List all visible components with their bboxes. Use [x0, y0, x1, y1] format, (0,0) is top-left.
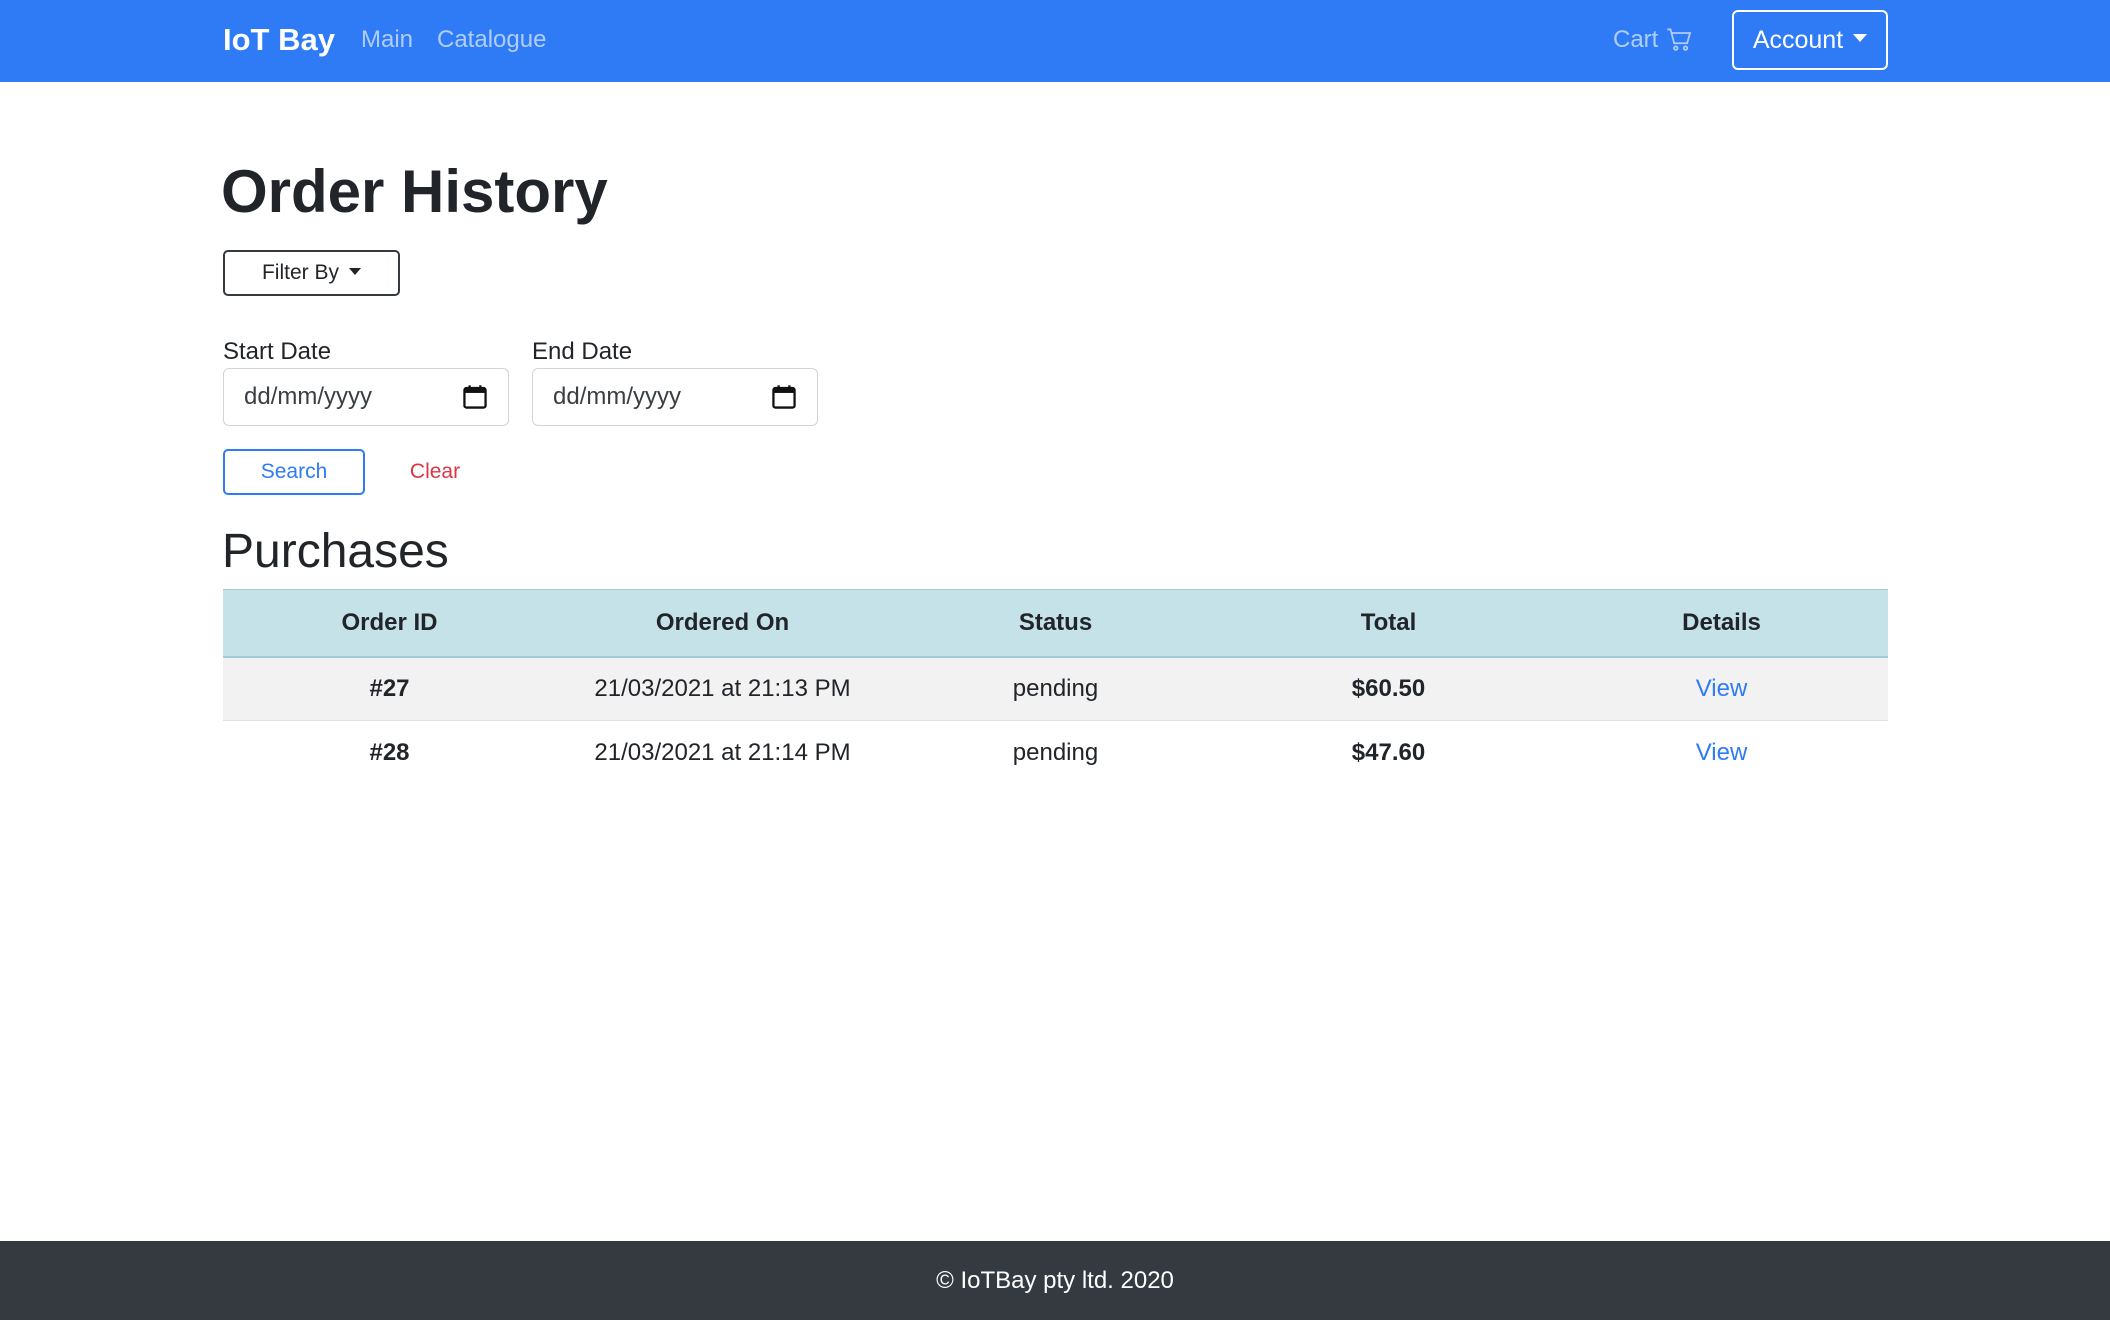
table-row: #27 21/03/2021 at 21:13 PM pending $60.5… — [223, 656, 1888, 721]
navbar: IoT Bay Main Catalogue Cart Account — [0, 0, 2110, 82]
end-date-label: End Date — [532, 338, 633, 365]
chevron-down-icon — [349, 267, 361, 275]
filter-by-dropdown-button[interactable]: Filter By — [223, 250, 400, 296]
account-dropdown-button[interactable]: Account — [1732, 10, 1888, 70]
end-date-placeholder: dd/mm/yyyy — [553, 383, 682, 410]
details-cell: View — [1555, 656, 1888, 721]
account-label: Account — [1752, 25, 1844, 54]
table-header-row: Order ID Ordered On Status Total Details — [223, 589, 1888, 658]
view-order-link[interactable]: View — [1696, 739, 1748, 766]
nav-link-main[interactable]: Main — [361, 20, 413, 60]
header-details: Details — [1555, 589, 1888, 658]
brand-logo[interactable]: IoT Bay — [223, 20, 335, 60]
header-ordered-on: Ordered On — [556, 589, 889, 658]
cart-label: Cart — [1613, 26, 1659, 53]
nav-link-cart[interactable]: Cart — [1613, 20, 1692, 60]
footer-copyright: © IoTBay pty ltd. 2020 — [936, 1266, 1174, 1294]
purchases-heading: Purchases — [222, 525, 449, 578]
start-date-label: Start Date — [223, 338, 332, 365]
header-order-id: Order ID — [223, 589, 556, 658]
order-id-cell: #28 — [369, 738, 410, 766]
order-id-cell: #27 — [223, 656, 556, 721]
nav-link-catalogue[interactable]: Catalogue — [437, 20, 546, 60]
calendar-icon[interactable] — [462, 384, 488, 410]
filter-by-label: Filter By — [261, 261, 339, 284]
shopping-cart-icon — [1666, 27, 1692, 53]
clear-button[interactable]: Clear — [380, 449, 490, 495]
header-status: Status — [889, 589, 1222, 658]
table-row: #28 21/03/2021 at 21:14 PM pending $47.6… — [223, 721, 1888, 785]
total-cell: $47.60 — [1351, 738, 1426, 766]
footer: © IoTBay pty ltd. 2020 — [0, 1241, 2110, 1320]
search-button[interactable]: Search — [223, 449, 365, 495]
details-cell: View — [1555, 721, 1888, 785]
status-cell: pending — [889, 656, 1222, 721]
end-date-input[interactable]: dd/mm/yyyy — [532, 368, 818, 426]
page-title: Order History — [221, 158, 608, 225]
status-cell: pending — [1012, 738, 1099, 766]
calendar-icon[interactable] — [771, 384, 797, 410]
header-total: Total — [1222, 589, 1555, 658]
chevron-down-icon — [1853, 34, 1868, 42]
ordered-on-cell: 21/03/2021 at 21:13 PM — [556, 656, 889, 721]
purchases-table: Order ID Ordered On Status Total Details… — [223, 589, 1888, 785]
total-cell: $60.50 — [1222, 656, 1555, 721]
view-order-link[interactable]: View — [1696, 675, 1748, 702]
ordered-on-cell: 21/03/2021 at 21:14 PM — [594, 738, 851, 766]
start-date-input[interactable]: dd/mm/yyyy — [223, 368, 509, 426]
start-date-placeholder: dd/mm/yyyy — [244, 383, 373, 410]
